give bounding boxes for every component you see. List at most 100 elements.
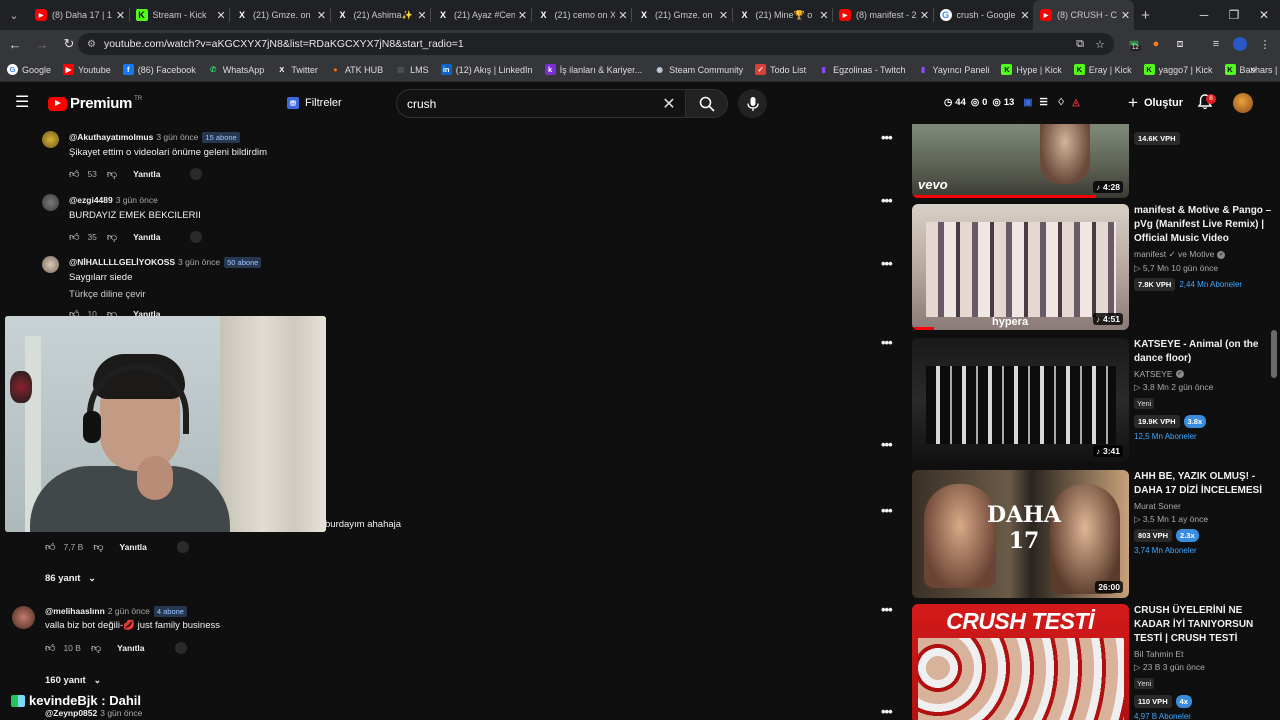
comment-time[interactable]: 3 gün önce [100,708,142,718]
extensions-puzzle-icon[interactable]: ⧈ [1170,34,1190,54]
search-box[interactable]: crush ✕ [396,89,686,118]
menu-icon[interactable]: ☰ [15,94,33,112]
search-input[interactable]: crush [407,97,659,111]
filter-button[interactable]: ⛃ Filtreler [280,91,349,115]
ext-blue-icon[interactable]: ▣ [1023,97,1032,108]
comment-author[interactable]: @Akuthayatımolmus [69,132,153,142]
comment-author[interactable]: @Zeynp0852 [45,708,97,718]
account-avatar[interactable] [1233,93,1253,113]
ext-bulb-icon[interactable]: ♢ [1057,97,1066,108]
site-info-icon[interactable]: ⚙ [87,39,96,50]
new-tab-button[interactable]: + [1134,7,1158,24]
channel-name[interactable]: Bil Tahmin Et [1134,649,1183,659]
youtube-logo[interactable]: Premium TR [48,95,142,112]
bookmark-item[interactable]: X Twitter [276,64,318,75]
reply-button[interactable]: Yanıtla [133,169,160,179]
bookmark-item[interactable]: ▶ Youtube [63,64,111,75]
bookmark-item[interactable]: f (86) Facebook [122,64,196,75]
dislike-icon[interactable]: 👎︎ [91,642,101,654]
channel-name[interactable]: Murat Soner [1134,501,1181,511]
video-title[interactable]: CRUSH ÜYELERİNİ NE KADAR İYİ TANIYORSUN … [1134,604,1280,646]
addon-icon[interactable]: ● [1146,34,1166,54]
bookmark-item[interactable]: k İş ilanları & Kariyer... [544,64,642,75]
bookmark-item[interactable]: ▮ Yayıncı Paneli [918,64,989,75]
like-icon[interactable]: 👍︎ [69,168,79,180]
more-options-icon[interactable]: ••• [881,194,893,207]
tab-close-icon[interactable]: ✕ [917,9,933,22]
more-options-icon[interactable]: ••• [881,438,893,451]
more-options-icon[interactable]: ••• [881,257,893,270]
replies-toggle[interactable]: 86 yanıt ⌄ [45,573,96,584]
tab-close-icon[interactable]: ✕ [314,9,330,22]
video-title[interactable]: KATSEYE - Animal (on the dance floor) [1134,338,1280,366]
bookmark-item[interactable]: ▮ Egzolinas - Twitch [818,64,906,75]
comment-time[interactable]: 2 gün önce [108,606,150,616]
avatar[interactable] [42,194,59,211]
more-bookmarks-icon[interactable]: » [1250,64,1256,76]
browser-tab[interactable]: ▶ (8) CRUSH - C ✕ [1033,0,1134,30]
browser-tab[interactable]: ▶ (8) Daha 17 | 1 ✕ [28,0,129,30]
comment-time[interactable]: 3 gün önce [116,195,158,205]
video-thumbnail[interactable]: hypera ♪ 4:51 [912,204,1129,330]
tab-close-icon[interactable]: ✕ [213,9,229,22]
tab-close-icon[interactable]: ✕ [515,9,531,22]
video-thumbnail[interactable]: CRUSH TESTİ [912,604,1129,720]
like-icon[interactable]: 👍︎ [69,231,79,243]
comment-author[interactable]: @ezgi4489 [69,195,113,205]
browser-tab[interactable]: X (21) Gmze. on ✕ [631,0,732,30]
channel-name[interactable]: KATSEYE [1134,369,1173,379]
tab-search-icon[interactable]: ⌄ [0,0,28,30]
ext-list-icon[interactable]: ☰ [1039,97,1048,108]
browser-menu-icon[interactable]: ⋮ [1255,34,1275,54]
bookmark-item[interactable]: ◉ Steam Community [654,64,743,75]
browser-tab[interactable]: X (21) Ayaz #Cen ✕ [430,0,531,30]
video-title[interactable]: AHH BE, YAZIK OLMUŞ! - DAHA 17 DİZİ İNCE… [1134,470,1280,498]
tab-close-icon[interactable]: ✕ [113,9,129,22]
bookmark-item[interactable]: ● ATK HUB [330,64,383,75]
dislike-icon[interactable]: 👎︎ [107,231,117,243]
reply-button[interactable]: Yanıtla [119,542,146,552]
clear-search-icon[interactable]: ✕ [659,94,679,114]
tab-close-icon[interactable]: ✕ [615,9,631,22]
translate-link[interactable]: Türkçe diline çevir [69,289,146,300]
ext-bell-icon[interactable]: ◬ [1072,97,1079,108]
bookmark-item[interactable]: K Eray | Kick [1073,64,1132,75]
browser-tab[interactable]: X (21) Mine🏆 o ✕ [731,0,833,30]
extension-icon[interactable]: ▣ [1124,34,1144,54]
close-window-icon[interactable]: ✕ [1248,0,1280,30]
minimize-icon[interactable]: ─ [1188,0,1220,30]
video-title[interactable]: manifest & Motive & Pango – pVg (Manifes… [1134,204,1280,246]
video-thumbnail[interactable]: DAHA 17 26:00 [912,470,1129,598]
video-thumbnail[interactable]: ♪ 3:41 [912,338,1129,462]
browser-tab[interactable]: X (21) Ashima✨ ✕ [329,0,431,30]
like-icon[interactable]: 👍︎ [45,642,55,654]
more-options-icon[interactable]: ••• [881,336,893,349]
reply-button[interactable]: Yanıtla [117,643,144,653]
tab-close-icon[interactable]: ✕ [1118,9,1134,22]
bookmark-item[interactable]: ▤ LMS [395,64,429,75]
more-options-icon[interactable]: ••• [881,705,893,718]
browser-tab[interactable]: X (21) cemo on X ✕ [530,0,632,30]
bookmark-item[interactable]: G Google [7,64,51,75]
bookmark-star-icon[interactable]: ☆ [1090,34,1110,54]
bookmark-item[interactable]: ✓ Todo List [755,64,806,75]
bookmark-item[interactable]: Kyaggo7 | Kick [1143,64,1213,75]
comment-time[interactable]: 3 gün önce [178,257,220,267]
browser-tab[interactable]: K Stream - Kick ✕ [128,0,230,30]
reading-list-icon[interactable]: ≡ [1206,34,1226,54]
avatar[interactable] [12,606,35,629]
translate-icon[interactable] [174,642,187,654]
more-options-icon[interactable]: ••• [881,504,893,517]
translate-icon[interactable] [176,541,189,553]
create-button[interactable]: + Oluştur [1119,91,1192,115]
tab-close-icon[interactable]: ✕ [716,9,732,22]
bookmark-item[interactable]: in (12) Akış | LinkedIn [440,64,533,75]
browser-tab[interactable]: Gcrush - Google ✕ [932,0,1034,30]
comment-author[interactable]: @melihaaslınn [45,606,105,616]
replies-toggle[interactable]: 160 yanıt ⌄ [45,675,101,686]
tab-close-icon[interactable]: ✕ [816,9,832,22]
dislike-icon[interactable]: 👎︎ [107,168,117,180]
restore-icon[interactable]: ❐ [1218,0,1250,30]
address-bar[interactable]: ⚙ youtube.com/watch?v=aKGCXYX7jN8&list=R… [78,33,1114,55]
browser-tab[interactable]: X (21) Gmze. on ✕ [229,0,330,30]
